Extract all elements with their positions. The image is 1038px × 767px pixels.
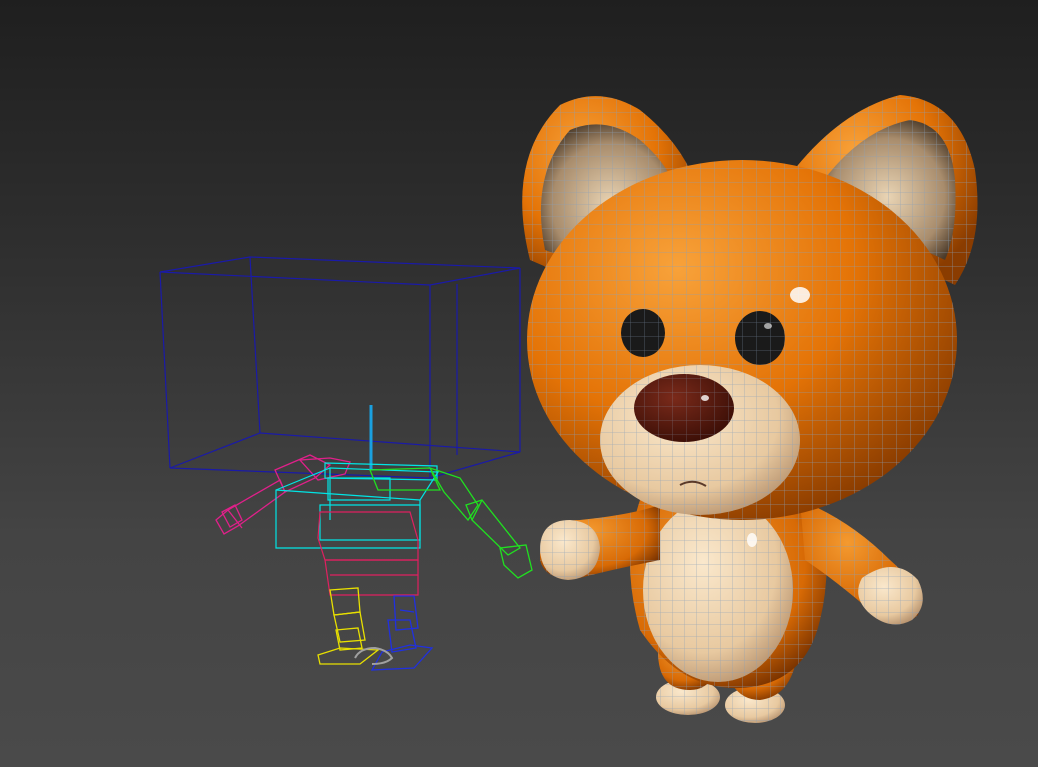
character-belly[interactable] [643,498,793,682]
biped-rig[interactable] [159,256,533,671]
character-nose[interactable] [634,374,734,442]
rig-right-leg[interactable] [370,595,434,671]
character-left-eye[interactable] [621,309,665,357]
rig-right-arm[interactable] [369,466,533,579]
rig-bounding-box[interactable] [159,256,521,479]
rig-left-leg[interactable] [317,587,380,665]
3d-viewport[interactable] [0,0,1038,767]
character-model[interactable] [522,95,978,723]
rig-pelvis[interactable] [317,511,419,596]
scene-canvas[interactable] [0,0,1038,767]
character-right-eye[interactable] [735,311,785,365]
